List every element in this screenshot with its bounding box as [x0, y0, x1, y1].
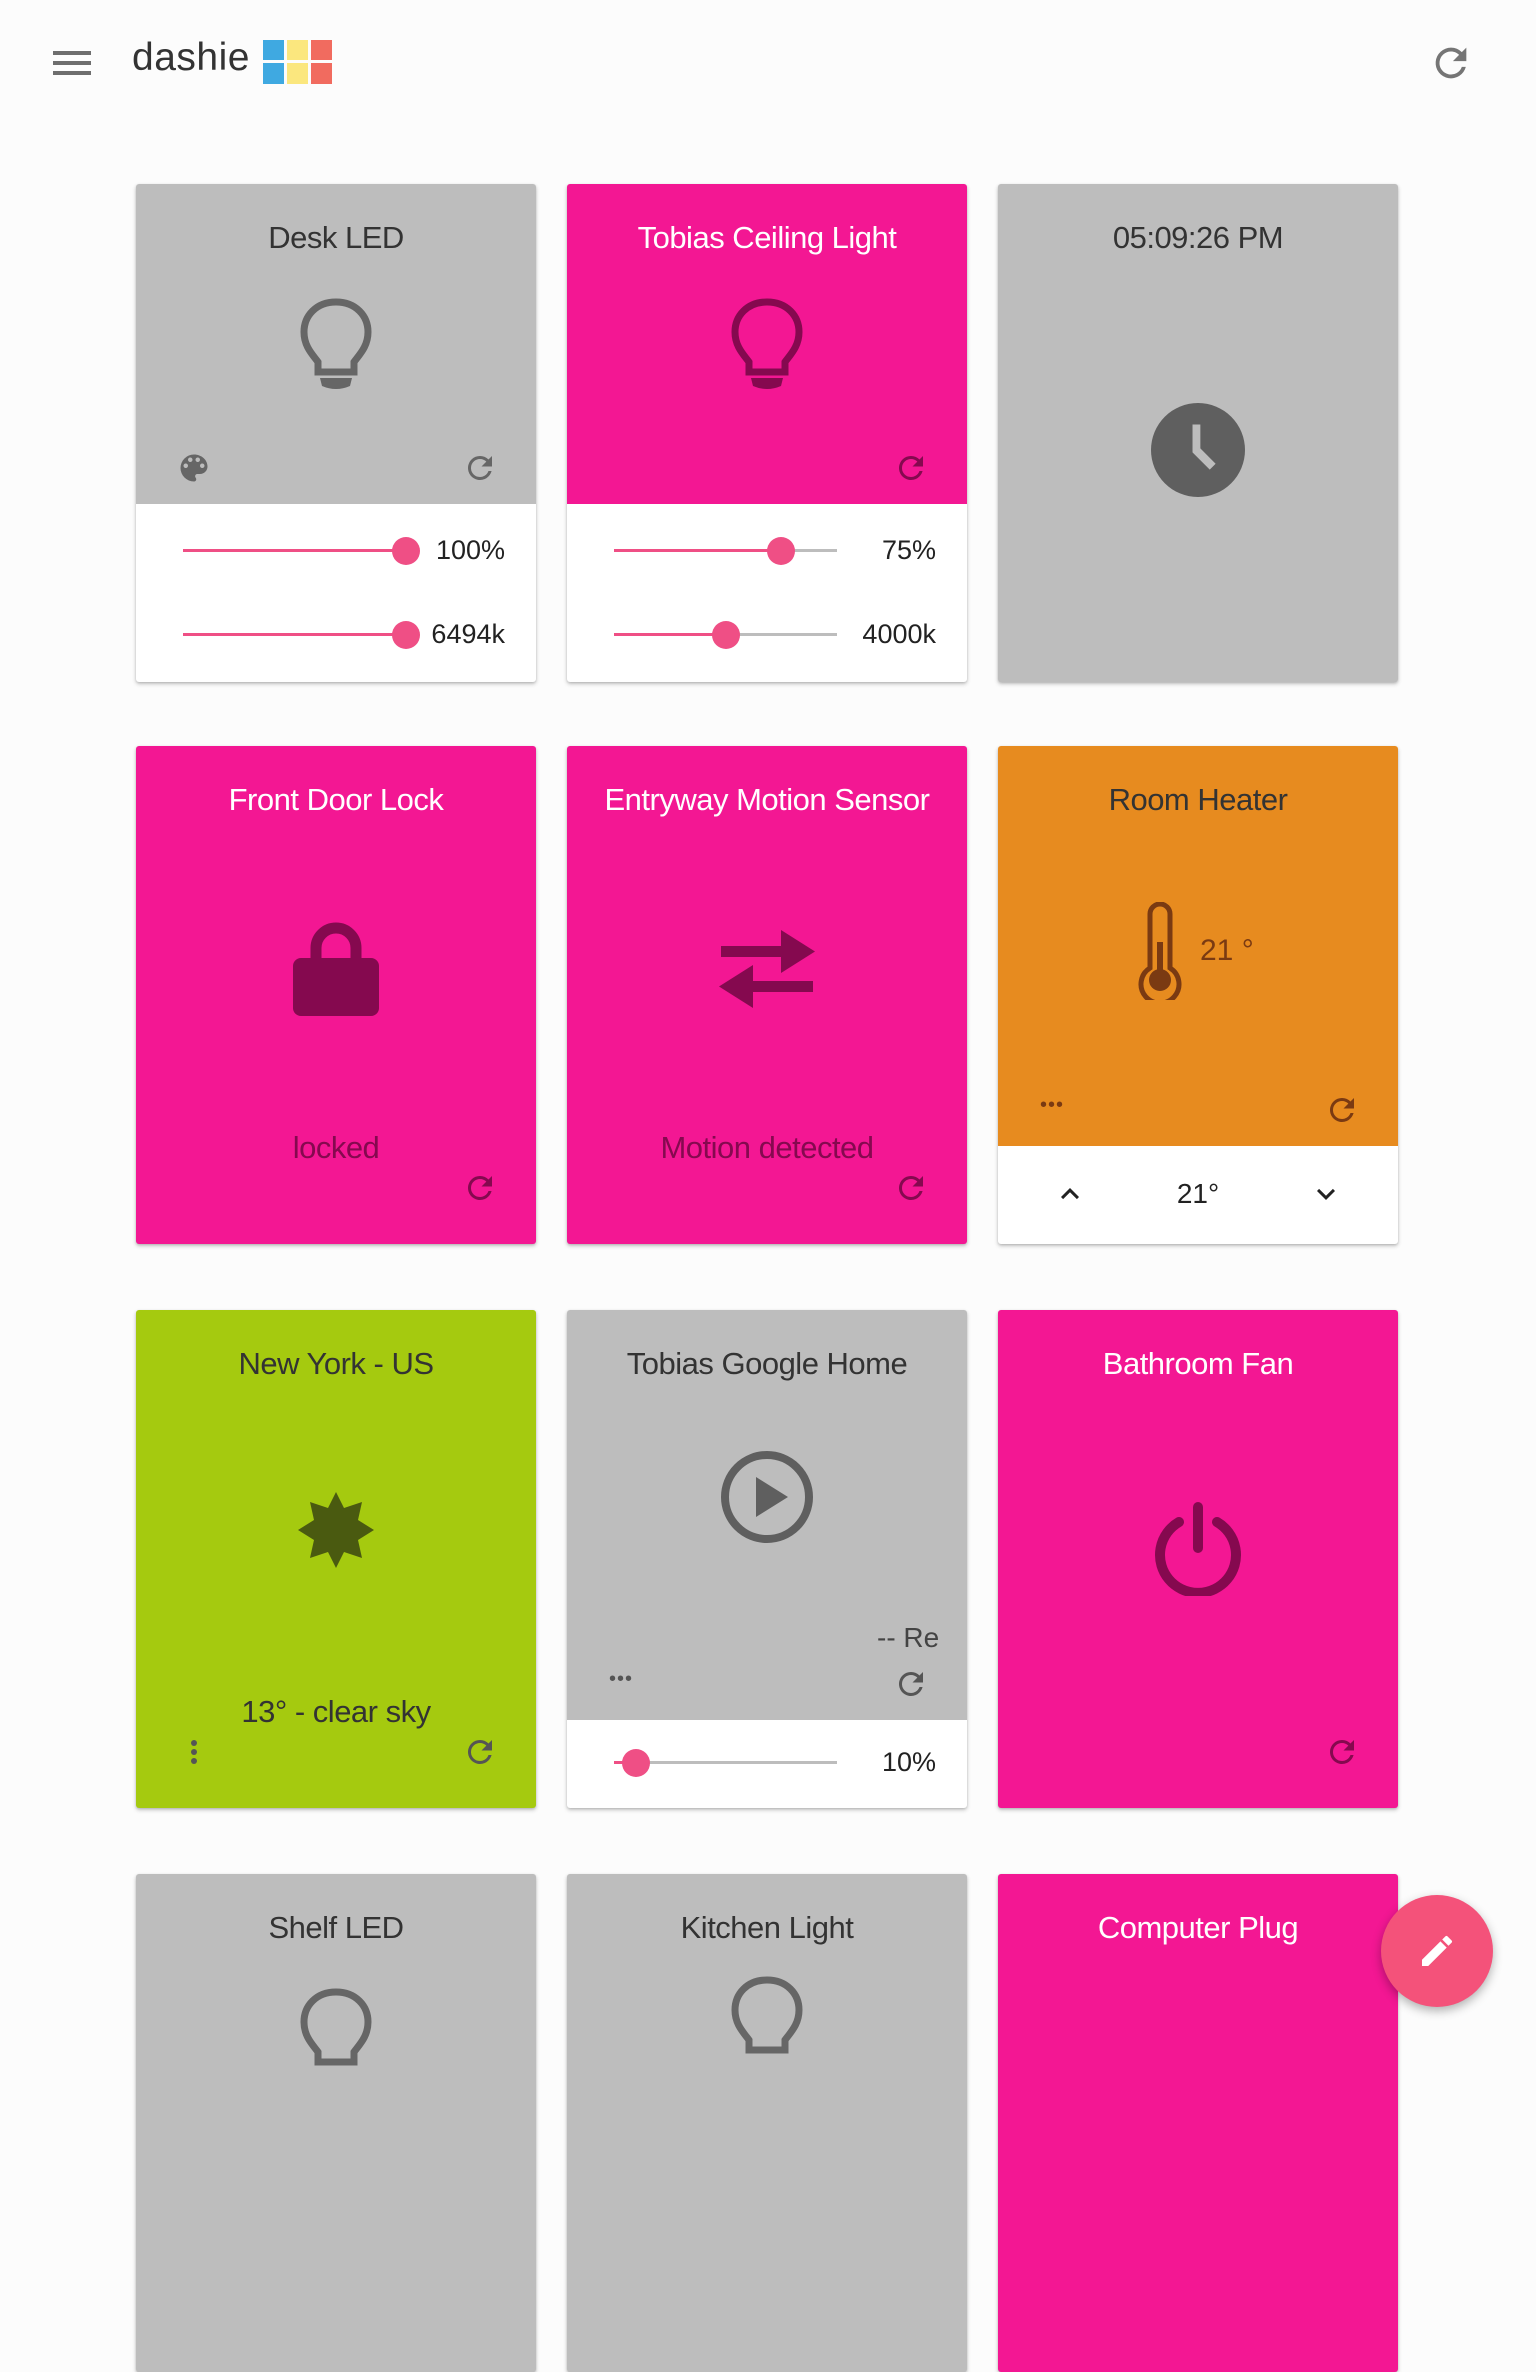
- lightbulb-icon: [731, 1976, 803, 2054]
- sun-icon: [298, 1492, 374, 1568]
- lightbulb-icon: [731, 298, 803, 389]
- weather-location: New York - US: [238, 1346, 434, 1381]
- color-temp-slider[interactable]: 4000k: [567, 604, 967, 664]
- refresh-icon[interactable]: [1324, 1092, 1360, 1128]
- more-vertical-icon[interactable]: [176, 1734, 212, 1770]
- volume-slider[interactable]: 10%: [567, 1732, 967, 1792]
- swap-arrows-icon: [719, 930, 815, 1008]
- tile-title: Kitchen Light: [680, 1910, 854, 1945]
- tile-kitchen-light[interactable]: Kitchen Light: [567, 1874, 967, 2372]
- refresh-icon[interactable]: [1324, 1734, 1360, 1770]
- tile-desk-led[interactable]: Desk LED 100% 6494k: [136, 184, 536, 682]
- tile-room-heater-face[interactable]: Room Heater 21 ° •••: [998, 746, 1398, 1146]
- lock-status: locked: [292, 1130, 380, 1165]
- motion-status: Motion detected: [660, 1130, 874, 1165]
- edit-fab-button[interactable]: [1381, 1895, 1493, 2007]
- chevron-down-icon[interactable]: [1308, 1176, 1344, 1212]
- tile-front-door-lock[interactable]: Front Door Lock locked: [136, 746, 536, 1244]
- media-title-marquee: -- Re: [877, 1622, 940, 1653]
- tile-room-heater[interactable]: Room Heater 21 ° ••• 21°: [998, 746, 1398, 1244]
- color-temp-slider[interactable]: 6494k: [136, 604, 536, 664]
- refresh-icon[interactable]: [893, 1666, 929, 1702]
- tile-ceiling-light[interactable]: Tobias Ceiling Light 75% 4000k: [567, 184, 967, 682]
- tile-ceiling-light-face[interactable]: Tobias Ceiling Light: [567, 184, 967, 504]
- slider-track[interactable]: [614, 621, 837, 649]
- color-temp-value: 4000k: [862, 619, 936, 649]
- slider-thumb[interactable]: [392, 621, 420, 649]
- more-options-icon[interactable]: •••: [609, 1668, 633, 1691]
- slider-fill: [614, 633, 726, 636]
- tile-title: Desk LED: [268, 220, 404, 255]
- slider-fill: [614, 549, 782, 552]
- app-logo: [263, 40, 333, 84]
- refresh-icon[interactable]: [1428, 40, 1474, 86]
- refresh-icon[interactable]: [462, 1170, 498, 1206]
- clock-icon: [1151, 403, 1245, 497]
- slider-thumb[interactable]: [767, 537, 796, 565]
- slider-track[interactable]: [614, 1749, 837, 1777]
- tile-computer-plug[interactable]: Computer Plug: [998, 1874, 1398, 2372]
- more-options-icon[interactable]: •••: [1040, 1094, 1064, 1117]
- refresh-icon[interactable]: [893, 1170, 929, 1206]
- tile-google-home[interactable]: Tobias Google Home -- Re ••• 10%: [567, 1310, 967, 1808]
- thermometer-icon: [1138, 902, 1182, 1000]
- refresh-icon[interactable]: [462, 450, 498, 486]
- app-title: dashie: [132, 36, 250, 79]
- brightness-slider[interactable]: 75%: [567, 520, 967, 580]
- tile-title: Room Heater: [1108, 782, 1288, 817]
- tile-clock: 05:09:26 PM: [998, 184, 1398, 682]
- tile-motion-sensor[interactable]: Entryway Motion Sensor Motion detected: [567, 746, 967, 1244]
- tile-google-home-face[interactable]: Tobias Google Home -- Re •••: [567, 1310, 967, 1720]
- slider-thumb[interactable]: [711, 621, 740, 649]
- palette-icon[interactable]: [176, 450, 212, 486]
- slider-track[interactable]: [183, 537, 420, 565]
- tile-title: Computer Plug: [1097, 1910, 1299, 1945]
- refresh-icon[interactable]: [893, 450, 929, 486]
- slider-track[interactable]: [183, 621, 420, 649]
- current-temperature: 21 °: [1200, 934, 1254, 967]
- tile-bathroom-fan[interactable]: Bathroom Fan: [998, 1310, 1398, 1808]
- slider-thumb[interactable]: [622, 1749, 651, 1777]
- tile-shelf-led[interactable]: Shelf LED: [136, 1874, 536, 2372]
- clock-time: 05:09:26 PM: [1112, 220, 1284, 255]
- tile-title: Entryway Motion Sensor: [604, 782, 930, 817]
- volume-value: 10%: [881, 1747, 936, 1777]
- tile-title: Shelf LED: [268, 1910, 404, 1945]
- slider-fill: [183, 633, 406, 636]
- top-app-bar: dashie: [0, 0, 1536, 124]
- tile-title: Front Door Lock: [228, 782, 444, 817]
- play-circle-icon[interactable]: [720, 1450, 814, 1544]
- lock-icon: [293, 922, 379, 1016]
- slider-thumb[interactable]: [392, 537, 420, 565]
- lightbulb-icon: [300, 298, 372, 389]
- tile-desk-led-face[interactable]: Desk LED: [136, 184, 536, 504]
- tile-title: Bathroom Fan: [1102, 1346, 1294, 1381]
- slider-fill: [183, 549, 406, 552]
- brightness-slider[interactable]: 100%: [136, 520, 536, 580]
- power-icon[interactable]: [1151, 1502, 1245, 1596]
- tile-title: Tobias Google Home: [626, 1346, 908, 1381]
- color-temp-value: 6494k: [431, 619, 505, 649]
- pencil-edit-icon: [1422, 1935, 1453, 1966]
- tile-weather[interactable]: New York - US 13° - clear sky: [136, 1310, 536, 1808]
- lightbulb-icon: [300, 1988, 372, 2066]
- slider-track[interactable]: [614, 537, 837, 565]
- tile-title: Tobias Ceiling Light: [637, 220, 897, 255]
- brightness-value: 75%: [881, 535, 936, 565]
- refresh-icon[interactable]: [462, 1734, 498, 1770]
- hamburger-menu-icon[interactable]: [50, 45, 94, 81]
- brightness-value: 100%: [435, 535, 505, 565]
- weather-status: 13° - clear sky: [241, 1694, 431, 1729]
